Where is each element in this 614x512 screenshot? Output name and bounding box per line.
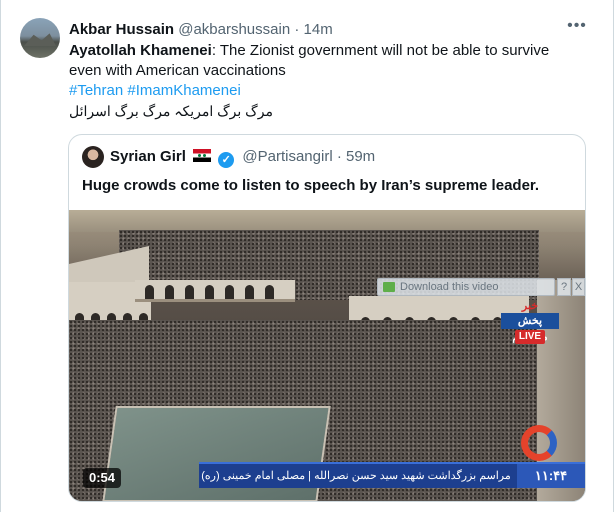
ticker-time: ۱۱:۴۴	[517, 464, 585, 488]
tweet-card: Akbar Hussain @akbarshussain · 14m ••• A…	[0, 0, 614, 512]
video-background	[69, 210, 585, 232]
quoted-text: Huge crowds come to listen to speech by …	[82, 177, 540, 194]
download-video-button[interactable]: Download this video	[377, 278, 555, 296]
ticker-text: مراسم بزرگداشت شهید سید حسن نصرالله | مص…	[201, 470, 511, 482]
tweet-body: Ayatollah Khamenei: The Zionist governme…	[69, 41, 569, 121]
news-ticker: مراسم بزرگداشت شهید سید حسن نصرالله | مص…	[199, 462, 585, 488]
verified-badge-icon: ✓	[218, 152, 235, 168]
author-handle[interactable]: @akbarshussain	[178, 21, 290, 38]
quoted-author-name[interactable]: Syrian Girl	[110, 148, 186, 165]
time-separator: ·	[294, 21, 300, 38]
close-icon[interactable]: X	[572, 278, 585, 296]
quoted-avatar[interactable]	[82, 146, 104, 168]
quoted-time-separator: ·	[336, 148, 342, 165]
live-broadcast-logo: خبر پخش مستقیم LIVE	[501, 299, 559, 345]
tweet-text-bold: Ayatollah Khamenei	[69, 42, 212, 59]
quoted-author-handle[interactable]: @Partisangirl	[242, 148, 332, 165]
download-icon	[383, 282, 395, 292]
quoted-time[interactable]: 59m	[346, 148, 375, 165]
quoted-header: Syrian Girl ✓ @Partisangirl · 59m	[110, 147, 375, 168]
arcade-center-left	[135, 280, 295, 302]
more-options-icon[interactable]: •••	[567, 18, 587, 38]
video-player[interactable]: Download this video ? X خبر پخش مستقیم L…	[69, 210, 585, 501]
channel-logo-icon	[519, 425, 561, 461]
live-badge: LIVE	[515, 330, 545, 344]
hashtag-tehran[interactable]: #Tehran	[69, 82, 123, 99]
avatar[interactable]	[20, 18, 60, 58]
author-name[interactable]: Akbar Hussain	[69, 21, 174, 38]
live-logo-mid: پخش مستقیم	[501, 313, 559, 343]
tweet-text: Ayatollah Khamenei: The Zionist governme…	[69, 41, 569, 81]
video-duration: 0:54	[83, 468, 122, 488]
quoted-tweet[interactable]: Syrian Girl ✓ @Partisangirl · 59m Huge c…	[68, 134, 586, 502]
live-logo-top: خبر	[521, 300, 539, 312]
download-label: Download this video	[400, 281, 499, 293]
hashtags: #Tehran #ImamKhamenei	[69, 81, 569, 101]
tweet-time[interactable]: 14m	[304, 21, 333, 38]
hashtag-imamkhamenei[interactable]: #ImamKhamenei	[127, 82, 240, 99]
syria-flag-icon	[193, 149, 212, 162]
tweet-header: Akbar Hussain @akbarshussain · 14m	[69, 20, 333, 40]
urdu-text: مرگ برگ امریکہ مرگ برگ اسرائل	[69, 103, 273, 119]
help-icon[interactable]: ?	[557, 278, 571, 296]
